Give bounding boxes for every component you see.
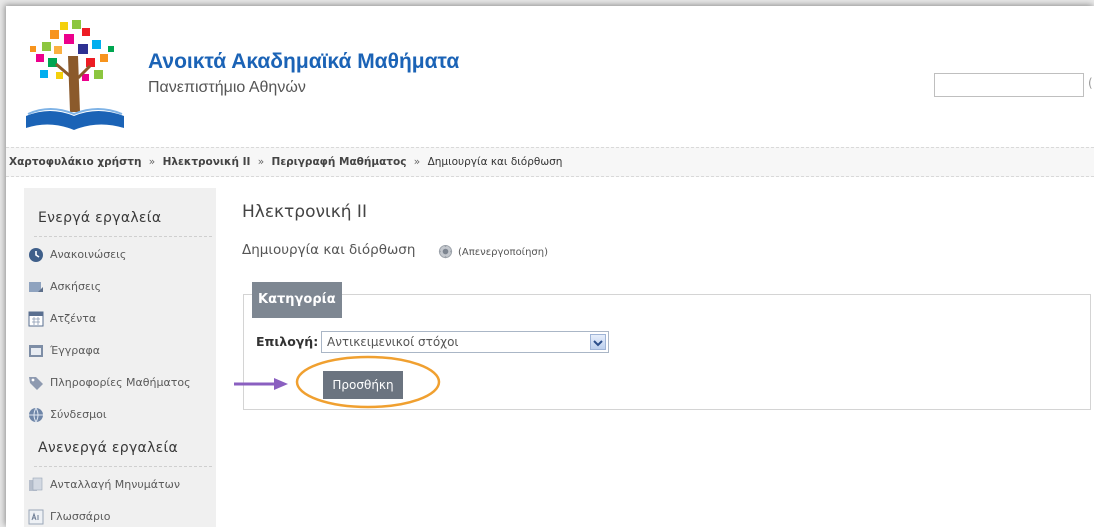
breadcrumb-link-description[interactable]: Περιγραφή Μαθήματος [272,156,407,168]
calendar-icon [28,311,44,327]
deactivate-link[interactable]: (Απενεργοποίηση) [458,247,548,258]
panel-header: Κατηγορία [252,282,342,318]
breadcrumb-link-course[interactable]: Ηλεκτρονική ΙΙ [163,156,251,168]
chevron-down-icon[interactable] [590,334,606,350]
tree-book-logo[interactable] [20,16,130,136]
exercises-icon [29,282,43,292]
site-subtitle: Πανεπιστήμιο Αθηνών [148,79,306,96]
tag-icon [29,377,43,390]
sidebar-item-label: Έγγραφα [50,344,100,357]
sidebar-item-label: Ανακοινώσεις [50,248,127,261]
sidebar-item-label: Ασκήσεις [50,280,102,293]
sidebar-item-documents[interactable]: Έγγραφα [28,340,216,362]
breadcrumb-separator: » [257,156,265,168]
course-title: Ηλεκτρονική ΙΙ [242,202,367,222]
sidebar-item-course-info[interactable]: Πληροφορίες Μαθήματος [28,372,216,394]
messages-icon [29,477,43,491]
breadcrumb-current: Δημιουργία και διόρθωση [427,156,563,168]
breadcrumb: Χαρτοφυλάκιο χρήστη » Ηλεκτρονική ΙΙ » Π… [9,156,562,168]
breadcrumb-separator: » [413,156,421,168]
announcements-icon [29,248,43,262]
page-title: Δημιουργία και διόρθωση [242,242,416,258]
sidebar-item-label: Ατζέντα [50,312,97,325]
select-value: Αντικειμενικοί στόχοι [327,335,459,349]
pointer-arrow-icon [234,378,288,390]
sidebar-item-announcements[interactable]: Ανακοινώσεις [28,244,216,266]
sidebar-divider [34,236,212,237]
sidebar-item-label: Γλωσσάριο [50,510,111,523]
active-tools-heading: Ενεργά εργαλεία [38,210,162,226]
sidebar-item-exercises[interactable]: Ασκήσεις [28,276,216,298]
sidebar-item-label: Πληροφορίες Μαθήματος [50,376,191,389]
chevron-down-icon-glyph [593,340,603,347]
highlight-ellipse [295,355,441,409]
breadcrumb-bar: Χαρτοφυλάκιο χρήστη » Ηλεκτρονική ΙΙ » Π… [6,147,1094,177]
documents-icon [29,345,43,357]
sidebar-item-glossary[interactable]: Γλωσσάριο [28,506,216,527]
sidebar-item-links[interactable]: Σύνδεσμοι [28,404,216,426]
breadcrumb-separator: » [148,156,156,168]
sidebar-divider [34,466,212,467]
selection-label: Επιλογή: [256,334,319,349]
site-title[interactable]: Ανοικτά Ακαδημαϊκά Μαθήματα [148,50,459,74]
breadcrumb-link-portfolio[interactable]: Χαρτοφυλάκιο χρήστη [9,156,141,168]
sidebar: Ενεργά εργαλεία Ανακοινώσεις Ασκήσεις Ατ… [24,188,216,527]
sidebar-item-label: Σύνδεσμοι [50,408,107,421]
gear-icon[interactable] [438,244,453,259]
category-select[interactable]: Αντικειμενικοί στόχοι [321,331,609,353]
sidebar-item-messages[interactable]: Ανταλλαγή Μηνυμάτων [28,474,216,496]
inactive-tools-heading: Ανενεργά εργαλεία [38,440,179,456]
sidebar-item-label: Ανταλλαγή Μηνυμάτων [50,478,180,491]
glossary-icon [28,509,44,525]
sidebar-item-calendar[interactable]: Ατζέντα [28,308,216,330]
site-header: Ανοικτά Ακαδημαϊκά Μαθήματα Πανεπιστήμιο… [6,6,1094,146]
globe-icon [29,407,43,423]
search-input[interactable] [934,73,1084,97]
search-button-edge-icon[interactable]: ( [1088,76,1093,90]
browser-frame: Ανοικτά Ακαδημαϊκά Μαθήματα Πανεπιστήμιο… [6,6,1094,527]
